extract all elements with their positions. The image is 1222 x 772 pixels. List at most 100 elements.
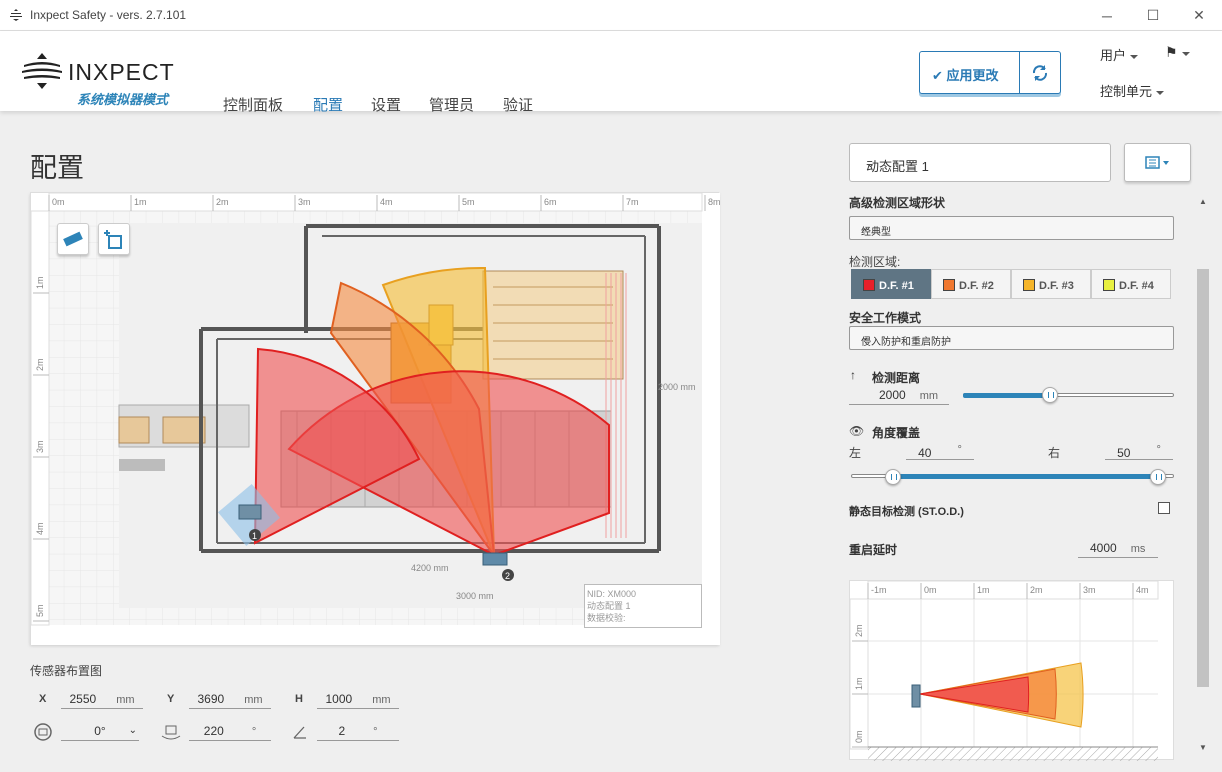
apply-changes-button[interactable]: ✔ 应用更改 [919,51,1061,94]
stod-label: 静态目标检测 (ST.O.D.) [849,506,964,518]
nav-admin[interactable]: 管理员 [429,94,474,115]
y-unit: mm [244,694,263,706]
distance-label: 检测距离 [872,371,921,385]
chevron-down-icon: ⌄ [861,332,870,343]
tab-df3[interactable]: D.F. #3 [1011,269,1091,299]
right-angle-input[interactable]: 50 ° [1105,442,1173,460]
mini-ruler-y-label: 1m [854,677,864,690]
df4-color-swatch [1103,279,1115,291]
page-title: 配置 [30,153,84,183]
nav-configuration[interactable]: 配置 [313,94,343,115]
close-button[interactable]: ✕ [1176,0,1222,31]
brand-name: INXPECT [68,59,175,85]
dim-label-2000: 2000 mm [658,382,696,392]
apply-changes-label: 应用更改 [946,68,999,83]
ruler-x-label: 1m [134,197,147,207]
tab-df4-label: D.F. #4 [1119,280,1154,292]
minimize-button[interactable]: ─ [1084,0,1130,31]
distance-value: 2000 [879,388,906,402]
mini-ruler-x-label: 2m [1030,585,1043,595]
right-panel-scrollbar[interactable]: ▲ ▼ [1196,195,1210,755]
nav-dashboard[interactable]: 控制面板 [223,94,283,115]
safety-mode-label: 安全工作模式 [849,311,922,325]
tab-df3-label: D.F. #3 [1039,280,1074,292]
arrow-up-icon: ↑ [850,368,856,382]
angle-icon [293,726,306,739]
eye-icon: 👁 [849,424,865,438]
refresh-icon[interactable] [1031,64,1049,82]
user-menu[interactable]: 用户 [1100,45,1139,64]
tilt-value: 220 [203,724,224,738]
tab-df1[interactable]: D.F. #1 [851,269,931,299]
dynamic-config-select[interactable]: 动态配置 1 ⌄ [849,143,1111,182]
x-value: 2550 [69,692,97,706]
x-unit: mm [116,694,135,706]
distance-slider-fill [963,393,1050,398]
nid-checksum-line: 数据校验: [587,613,626,623]
tilt-input[interactable]: 220 ° [189,723,271,741]
rotation-select[interactable]: 0° ⌄ [61,723,139,741]
mini-ruler-x-label: 0m [924,585,937,595]
mini-ruler-y-label: 0m [854,730,864,743]
scrollbar-thumb[interactable] [1197,269,1209,687]
tab-df2[interactable]: D.F. #2 [931,269,1011,299]
check-icon: ✔ [932,68,947,83]
angle-input[interactable]: 2 ° [317,723,399,741]
angle-slider-left-thumb[interactable] [885,469,901,485]
shape-label: 高级检测区域形状 [849,196,946,210]
scroll-down-icon[interactable]: ▼ [1199,743,1207,752]
right-label: 右 [1048,446,1061,460]
stod-checkbox[interactable] [1158,502,1170,514]
field-label: 检测区域: [849,255,901,269]
config-list-button[interactable] [1124,143,1191,182]
y-input[interactable]: 3690 mm [189,691,271,709]
angle-slider-fill [893,474,1157,479]
h-unit: mm [372,694,391,706]
angle-value: 2 [338,724,346,738]
add-sensor-tool-button[interactable] [98,223,130,255]
restart-delay-input[interactable]: 4000 ms [1078,540,1158,558]
df3-color-swatch [1023,279,1035,291]
ruler-icon [63,231,83,247]
simulator-mode-label: 系统模拟器模式 [77,92,169,107]
distance-input[interactable]: 2000 mm [849,387,949,405]
ruler-y-label: 4m [35,522,45,535]
ruler-x-label: 5m [462,197,475,207]
control-unit-menu[interactable]: 控制单元 [1100,81,1165,100]
mini-ruler-x-label: -1m [871,585,887,595]
h-input[interactable]: 1000 mm [317,691,399,709]
dim-label-3000: 3000 mm [456,591,494,601]
safety-mode-select[interactable]: 侵入防护和重启防护 ⌄ [849,326,1174,350]
ruler-y-label: 1m [35,276,45,289]
chevron-down-icon: ⌄ [861,222,870,233]
mini-ruler-x-label: 1m [977,585,990,595]
maximize-button[interactable]: ☐ [1130,0,1176,31]
ruler-x-label: 8m [708,197,720,207]
left-label: 左 [849,446,862,460]
tab-df4[interactable]: D.F. #4 [1091,269,1171,299]
df1-color-swatch [863,279,875,291]
distance-slider-thumb[interactable] [1042,387,1058,403]
sensor-placement-title: 传感器布置图 [30,664,103,678]
nav-validation[interactable]: 验证 [503,94,533,115]
language-menu[interactable]: ⚑ [1165,44,1190,61]
left-angle-value: 40 [918,446,932,460]
ruler-x-label: 4m [380,197,393,207]
left-angle-unit: ° [957,444,962,456]
ruler-y-label: 2m [35,358,45,371]
ruler-x-label: 0m [52,197,65,207]
y-label: Y [167,693,175,705]
x-input[interactable]: 2550 mm [61,691,143,709]
map-view[interactable]: 0m 1m 2m 3m 4m 5m 6m 7m 8m 1m 2m 3m 4m 5m [30,192,720,645]
angle-slider-right-thumb[interactable] [1150,469,1166,485]
ruler-y-label: 5m [35,604,45,617]
map-canvas[interactable]: 0m 1m 2m 3m 4m 5m 6m 7m 8m 1m2m3m4m5m 42… [31,193,720,645]
left-angle-input[interactable]: 40 ° [906,442,974,460]
tilt-icon [161,725,181,740]
add-sensor-icon [104,230,122,249]
shape-select[interactable]: 经典型 ⌄ [849,216,1174,240]
nid-line: NID: XM000 [587,589,637,599]
nav-settings[interactable]: 设置 [371,94,401,115]
scroll-up-icon[interactable]: ▲ [1199,197,1207,206]
ruler-tool-button[interactable] [57,223,89,255]
